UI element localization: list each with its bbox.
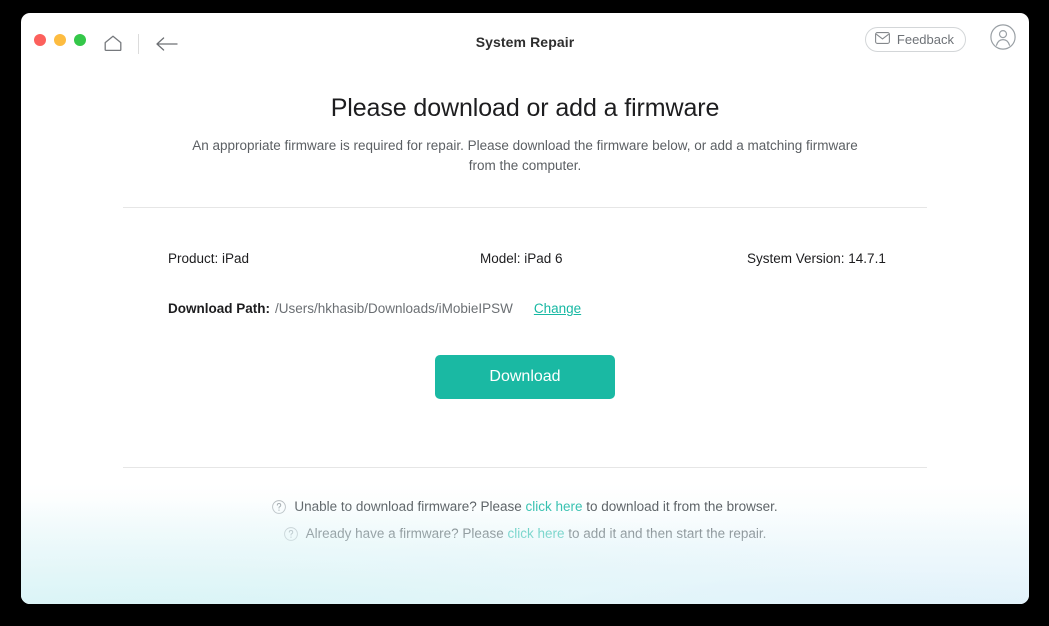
device-product: Product: iPad bbox=[168, 251, 250, 266]
help-suffix: to add it and then start the repair. bbox=[564, 526, 767, 541]
device-system-version: System Version: 14.7.1 bbox=[747, 251, 886, 266]
help-block: Unable to download firmware? Please clic… bbox=[21, 498, 1029, 543]
download-path-label: Download Path: bbox=[168, 301, 270, 316]
download-button[interactable]: Download bbox=[435, 355, 615, 399]
question-circle-icon bbox=[283, 527, 298, 541]
help-suffix: to download it from the browser. bbox=[582, 499, 778, 514]
device-model: Model: iPad 6 bbox=[480, 251, 563, 266]
help-link-add[interactable]: click here bbox=[507, 526, 564, 541]
user-avatar-icon bbox=[989, 24, 1016, 55]
help-text-existing: Already have a firmware? Please click he… bbox=[306, 525, 767, 543]
page-title: Please download or add a firmware bbox=[330, 94, 720, 122]
app-window: System Repair Feedback Please download o… bbox=[21, 13, 1029, 604]
envelope-icon bbox=[874, 31, 890, 49]
download-path-value: /Users/hkhasib/Downloads/iMobieIPSW bbox=[275, 301, 513, 316]
title-bar: System Repair Feedback bbox=[21, 13, 1029, 71]
page-subtitle: An appropriate firmware is required for … bbox=[192, 138, 858, 173]
change-path-link[interactable]: Change bbox=[534, 301, 581, 316]
help-prefix: Already have a firmware? Please bbox=[305, 526, 508, 541]
main-content: Please download or add a firmware An app… bbox=[21, 71, 1029, 543]
download-button-wrapper: Download bbox=[21, 355, 1029, 399]
device-info-row: Product: iPad Model: iPad 6 System Versi… bbox=[123, 208, 927, 271]
help-line-download: Unable to download firmware? Please clic… bbox=[272, 498, 778, 516]
divider-bottom bbox=[123, 467, 927, 468]
question-circle-icon bbox=[272, 500, 287, 514]
download-path-row: Download Path: /Users/hkhasib/Downloads/… bbox=[123, 271, 927, 323]
help-link-browser[interactable]: click here bbox=[526, 499, 583, 514]
account-button[interactable] bbox=[989, 24, 1016, 55]
help-line-existing: Already have a firmware? Please click he… bbox=[283, 525, 767, 543]
feedback-label: Feedback bbox=[896, 32, 954, 47]
feedback-button[interactable]: Feedback bbox=[864, 27, 966, 52]
help-text-download: Unable to download firmware? Please clic… bbox=[294, 498, 777, 516]
help-prefix: Unable to download firmware? Please bbox=[294, 499, 526, 514]
screen-backdrop: System Repair Feedback Please download o… bbox=[0, 0, 1049, 626]
